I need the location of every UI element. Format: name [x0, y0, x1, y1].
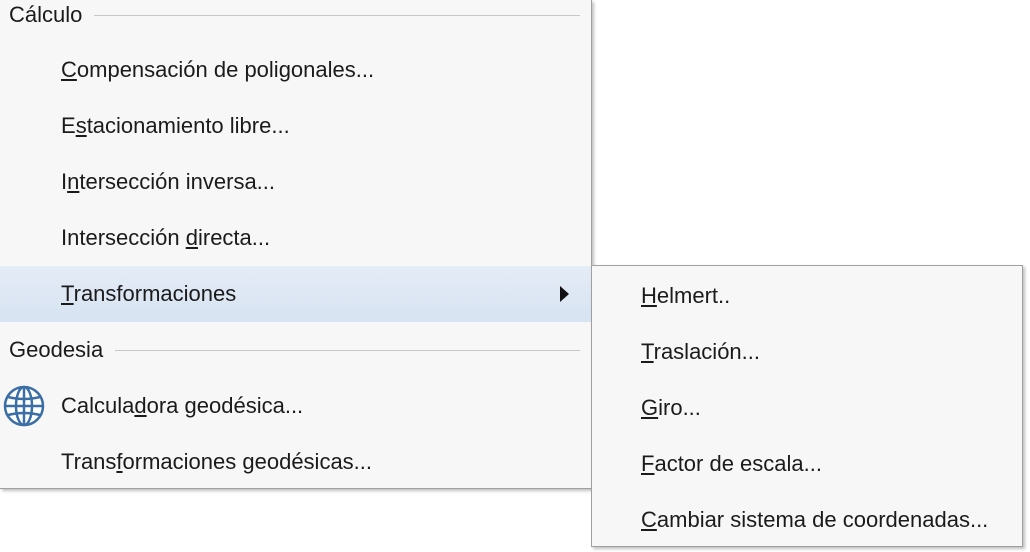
globe-icon	[3, 385, 45, 427]
mnemonic-key: G	[641, 395, 659, 420]
section-title: Cálculo	[9, 2, 83, 27]
mnemonic-key: T	[61, 281, 74, 306]
menu-item-label: Factor de escala...	[641, 451, 822, 476]
mnemonic-key: C	[61, 57, 77, 82]
submenu-arrow-icon	[560, 286, 569, 302]
menu-item-label: Cambiar sistema de coordenadas...	[641, 507, 989, 532]
menu-item-interseccion-directa[interactable]: Intersección directa...	[0, 210, 591, 266]
mnemonic-key: d	[185, 225, 198, 250]
menu-item-interseccion-inversa[interactable]: Intersección inversa...	[0, 154, 591, 210]
main-menu: Cálculo Compensación de poligonales... E…	[0, 0, 592, 489]
section-divider	[94, 14, 580, 16]
section-header-geodesia: Geodesia	[0, 335, 592, 365]
mnemonic-key: T	[641, 339, 654, 364]
mnemonic-key: F	[641, 451, 655, 476]
mnemonic-key: C	[641, 507, 657, 532]
submenu-item-traslacion[interactable]: Traslación...	[592, 324, 1022, 380]
menu-item-compensacion-poligonales[interactable]: Compensación de poligonales...	[0, 42, 591, 98]
menu-item-label: Estacionamiento libre...	[61, 113, 290, 138]
section-title: Geodesia	[9, 337, 104, 362]
menu-item-label: Giro...	[641, 395, 701, 420]
mnemonic-key: n	[67, 169, 80, 194]
menu-item-label: Compensación de poligonales...	[61, 57, 375, 82]
menu-item-label: Transformaciones geodésicas...	[61, 449, 373, 474]
mnemonic-key: H	[641, 283, 657, 308]
menu-item-transformaciones-geodesicas[interactable]: Transformaciones geodésicas...	[0, 434, 591, 490]
mnemonic-key: d	[134, 393, 147, 418]
menu-item-label: Calculadora geodésica...	[61, 393, 304, 418]
menu-item-calculadora-geodesica[interactable]: Calculadora geodésica...	[0, 378, 591, 434]
menu-item-transformaciones[interactable]: Transformaciones	[0, 266, 591, 322]
submenu-item-helmert[interactable]: Helmert..	[592, 268, 1022, 324]
menu-item-label: Intersección directa...	[61, 225, 271, 250]
submenu-item-factor-de-escala[interactable]: Factor de escala...	[592, 436, 1022, 492]
mnemonic-key: s	[75, 113, 87, 138]
transformaciones-submenu: Helmert.. Traslación... Giro... Factor d…	[591, 265, 1023, 547]
section-divider	[115, 349, 580, 351]
menu-item-estacionamiento-libre[interactable]: Estacionamiento libre...	[0, 98, 591, 154]
menu-item-label: Traslación...	[641, 339, 761, 364]
menu-item-label: Transformaciones	[61, 281, 237, 306]
submenu-item-cambiar-sistema-coordenadas[interactable]: Cambiar sistema de coordenadas...	[592, 492, 1022, 548]
menu-item-label: Intersección inversa...	[61, 169, 276, 194]
submenu-item-giro[interactable]: Giro...	[592, 380, 1022, 436]
section-header-calculo: Cálculo	[0, 0, 592, 30]
menu-item-label: Helmert..	[641, 283, 731, 308]
